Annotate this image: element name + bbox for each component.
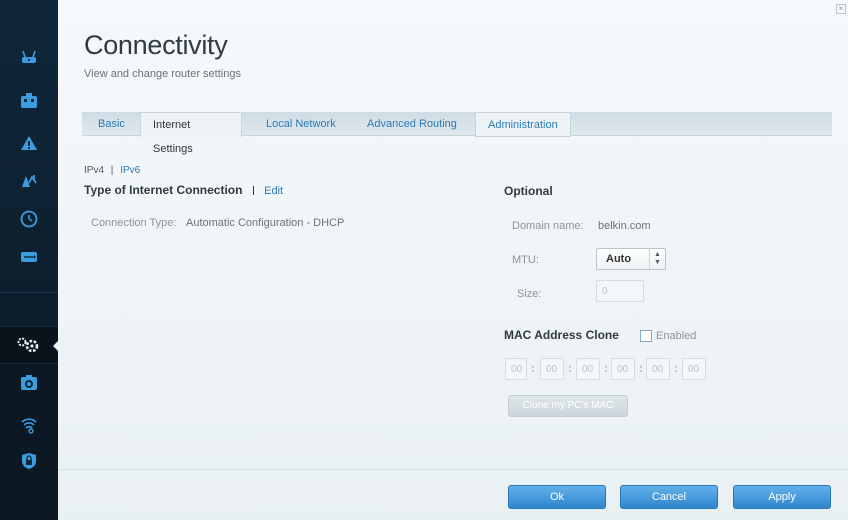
- ipv4-link[interactable]: IPv4: [84, 165, 104, 176]
- mac-octet-1[interactable]: 00: [505, 358, 527, 380]
- optional-heading: Optional: [504, 184, 553, 198]
- main-panel: × Connectivity View and change router se…: [58, 0, 848, 520]
- ip-version-separator: |: [110, 165, 114, 176]
- tab-bar: Basic Internet Settings Local Network Ad…: [82, 112, 832, 155]
- mac-octet-5[interactable]: 00: [646, 358, 670, 380]
- connection-type-label: Connection Type:: [91, 217, 177, 229]
- mac-clone-enabled-label: Enabled: [656, 330, 697, 342]
- mtu-select-value: Auto: [606, 253, 632, 265]
- sidebar: [0, 0, 59, 520]
- mtu-select[interactable]: Auto ▲ ▼: [596, 248, 666, 270]
- speed-test-icon: [21, 375, 37, 390]
- wireless-icon: [21, 418, 37, 434]
- mtu-label: MTU:: [512, 254, 539, 266]
- mac-octet-4[interactable]: 00: [611, 358, 635, 380]
- sidebar-item-schedule[interactable]: [0, 200, 58, 238]
- security-shield-icon: [22, 453, 36, 469]
- sidebar-item-connectivity[interactable]: [0, 326, 59, 364]
- sidebar-item-troubleshooting[interactable]: [0, 124, 58, 162]
- parental-controls-icon: [22, 175, 37, 187]
- mtu-size-input[interactable]: 0: [596, 280, 644, 302]
- device-list-icon: [21, 93, 37, 108]
- mac-clone-enabled-checkbox[interactable]: [640, 330, 652, 342]
- usb-storage-icon: [21, 252, 37, 262]
- ipv6-link[interactable]: IPv6: [120, 165, 140, 176]
- tab-basic[interactable]: Basic: [86, 112, 137, 136]
- clone-pc-mac-button[interactable]: Clone my PC's MAC: [508, 395, 628, 417]
- sidebar-item-parental-controls[interactable]: [0, 162, 58, 200]
- page-title: Connectivity: [84, 30, 228, 60]
- ip-version-switch: IPv4 | IPv6: [84, 165, 140, 176]
- router-icon: [22, 50, 36, 63]
- ok-button[interactable]: Ok: [508, 485, 606, 509]
- connection-type-value: Automatic Configuration - DHCP: [186, 217, 345, 229]
- tab-local-network[interactable]: Local Network: [254, 112, 348, 136]
- mac-octet-3[interactable]: 00: [576, 358, 600, 380]
- clock-icon: [20, 210, 38, 228]
- sidebar-item-wireless[interactable]: [0, 406, 58, 444]
- domain-name-value: belkin.com: [598, 220, 651, 232]
- internet-connection-heading: Type of Internet Connection Edit: [84, 183, 284, 197]
- tab-administration[interactable]: Administration: [475, 112, 571, 137]
- troubleshooting-icon: [21, 136, 37, 150]
- sidebar-item-devices[interactable]: [0, 82, 58, 120]
- sidebar-item-router[interactable]: [0, 38, 58, 76]
- sidebar-item-speed-test[interactable]: [0, 364, 58, 402]
- tab-advanced-routing[interactable]: Advanced Routing: [355, 112, 469, 136]
- edit-link[interactable]: Edit: [264, 185, 283, 197]
- domain-name-label: Domain name:: [512, 220, 584, 232]
- cancel-button[interactable]: Cancel: [620, 485, 718, 509]
- mtu-size-label: Size:: [517, 288, 542, 300]
- close-icon[interactable]: ×: [836, 4, 846, 14]
- mac-octet-6[interactable]: 00: [682, 358, 706, 380]
- sidebar-item-security[interactable]: [0, 442, 58, 480]
- select-arrows-icon: ▲ ▼: [649, 249, 665, 269]
- page-subtitle: View and change router settings: [84, 68, 241, 80]
- sidebar-item-usb-storage[interactable]: [0, 238, 58, 276]
- mac-clone-heading: MAC Address Clone: [504, 328, 619, 342]
- apply-button[interactable]: Apply: [733, 485, 831, 509]
- connectivity-gear-icon: [17, 337, 39, 353]
- mac-octet-2[interactable]: 00: [540, 358, 564, 380]
- tab-internet-settings[interactable]: Internet Settings: [140, 112, 242, 155]
